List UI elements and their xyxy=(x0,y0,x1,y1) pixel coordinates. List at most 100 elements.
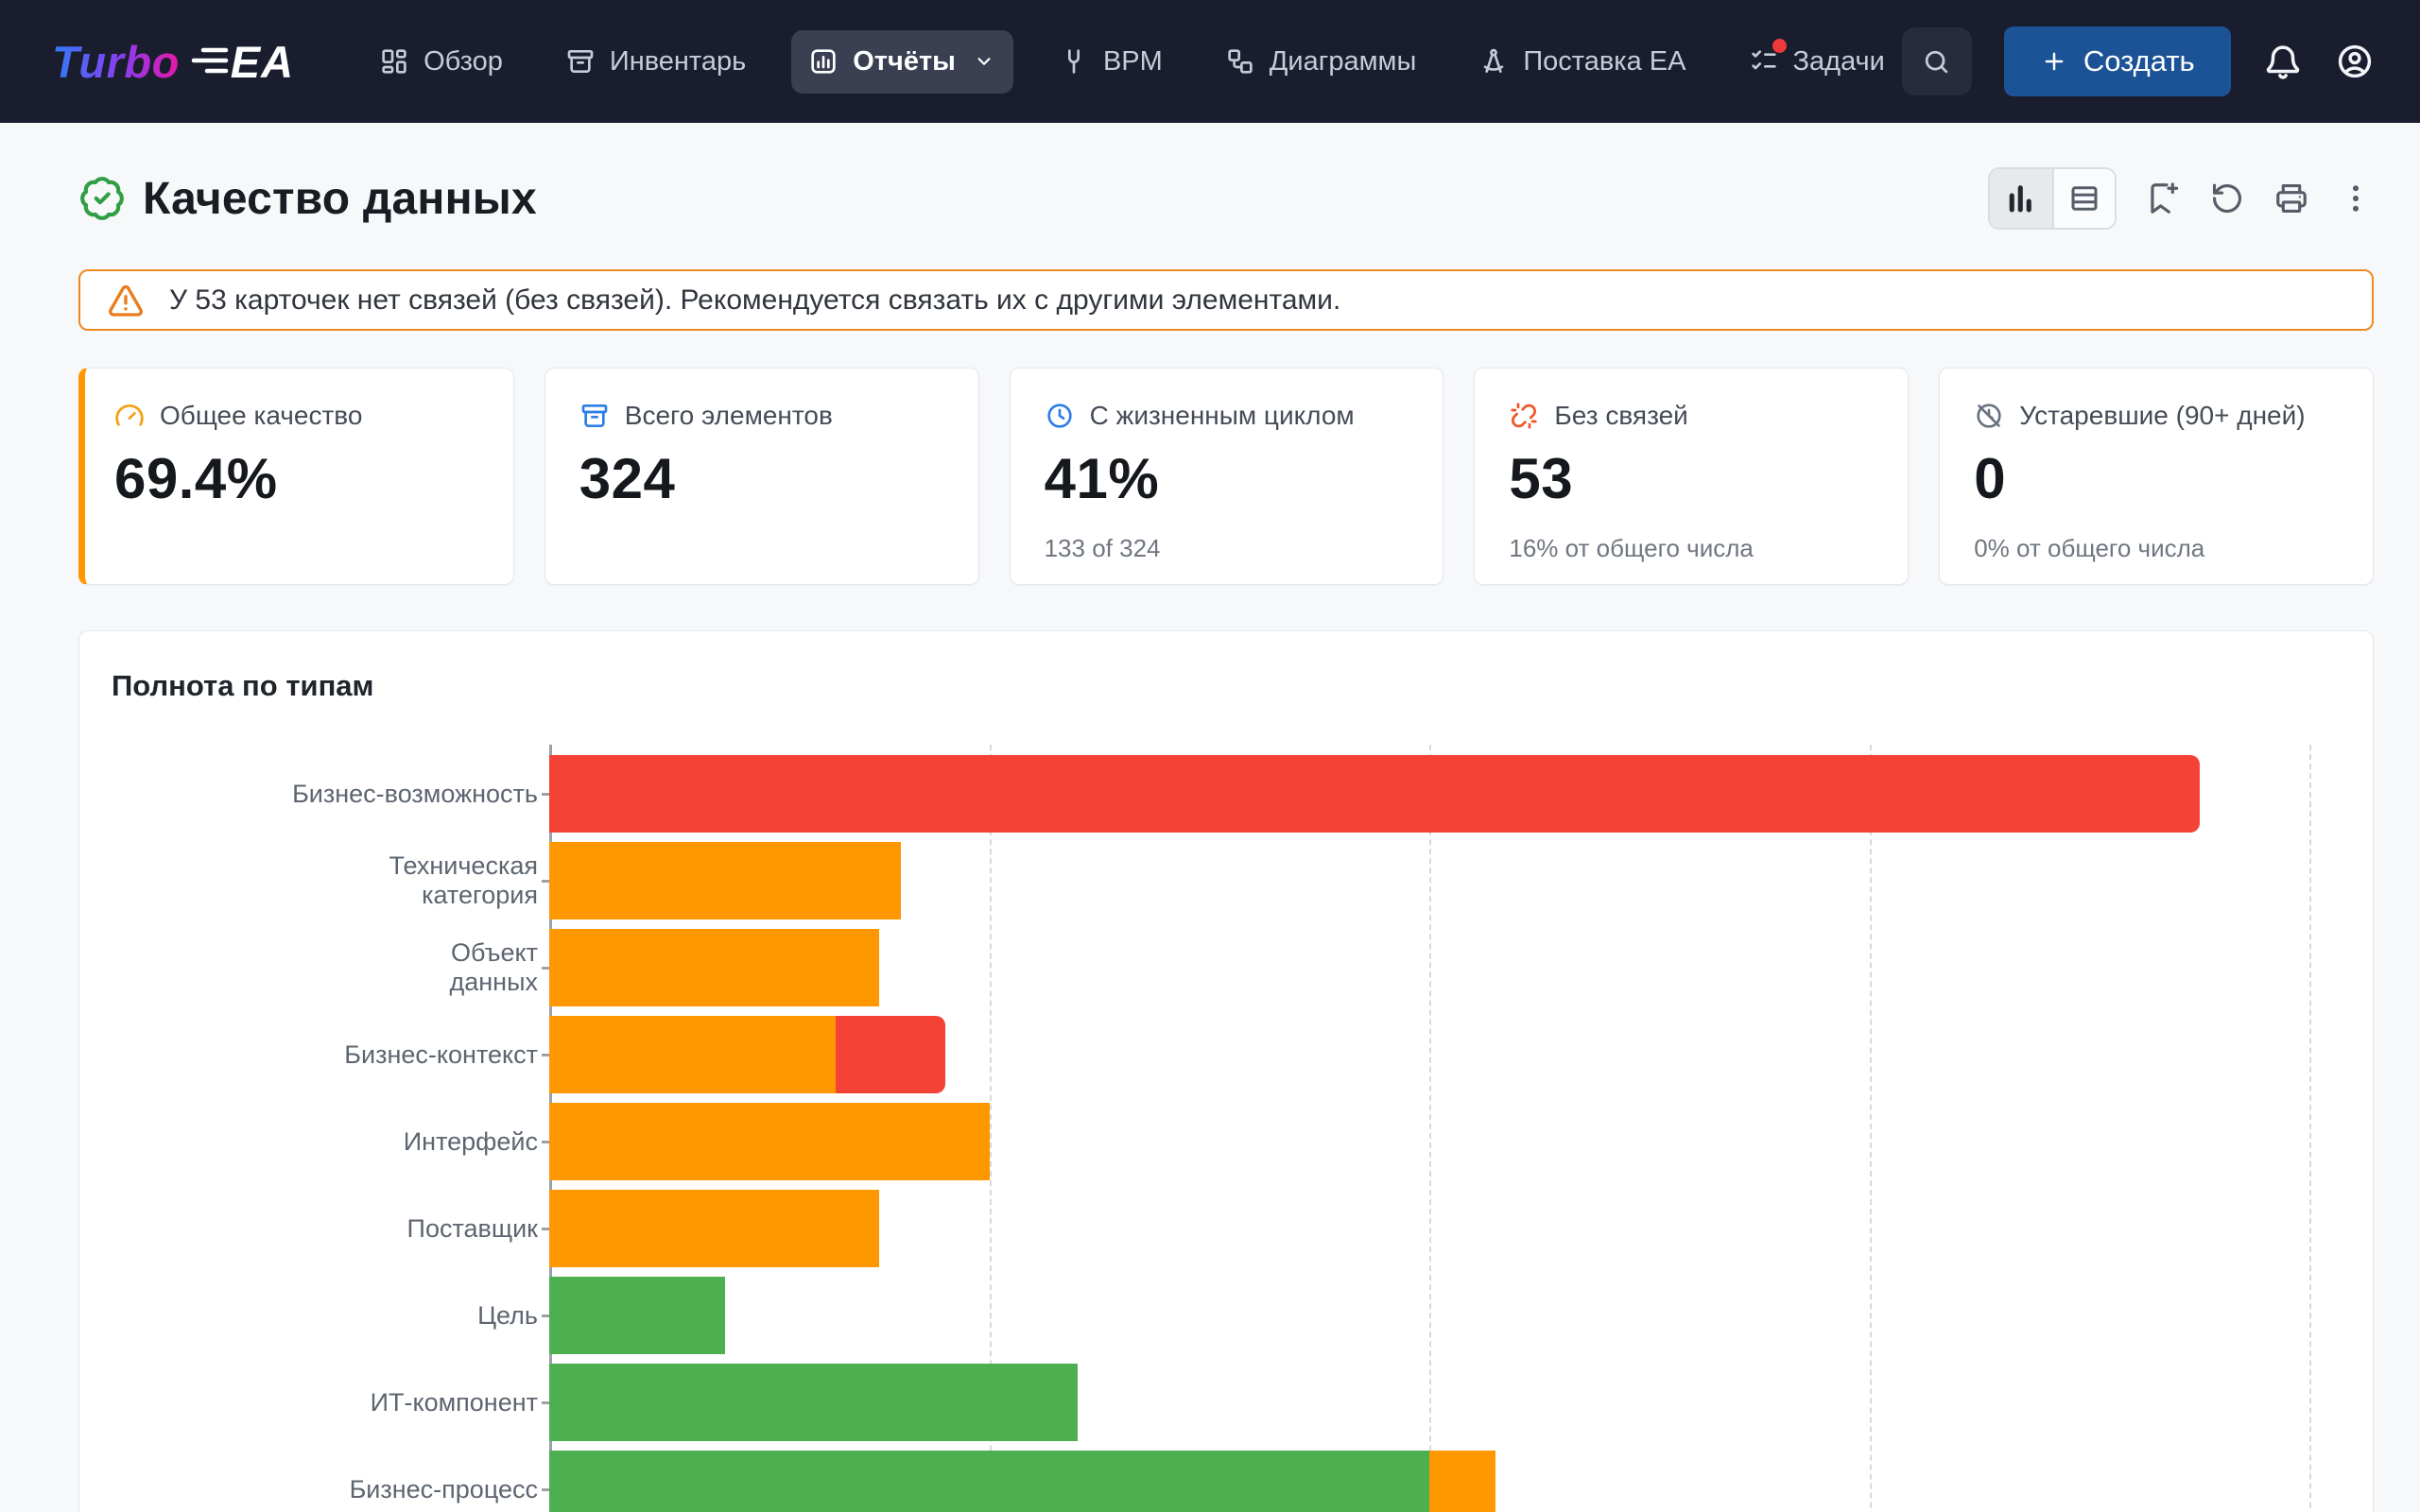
card-label: Устаревшие (90+ дней) xyxy=(2019,401,2306,430)
logo-speed-lines-icon xyxy=(191,47,229,74)
search-icon xyxy=(1926,50,1948,73)
warning-text: У 53 карточек нет связей (без связей). Р… xyxy=(169,284,1341,316)
nav-item-label: Задачи xyxy=(1792,45,1885,77)
main-menu: Обзор Инвентарь Отчёты BPM Диаграммы Поставка… xyxy=(362,29,1902,94)
more-icon xyxy=(2352,185,2360,212)
nav-actions: Создать xyxy=(1901,26,2375,96)
card-label: Всего элементов xyxy=(624,401,833,430)
card-label: Без связей xyxy=(1554,401,1688,430)
quality-badge-check-icon xyxy=(78,175,126,222)
chart-category-label: Бизнес-возможность xyxy=(292,779,538,808)
bar-segment-high[interactable] xyxy=(549,1451,1429,1512)
card-label: Общее качество xyxy=(160,401,363,430)
nav-item-label: Поставка EA xyxy=(1523,45,1686,77)
top-navigation: Turbo EA Обзор Инвентарь Отчёты BPM Диаграмм… xyxy=(0,0,2420,123)
table-view-button[interactable] xyxy=(2052,169,2115,228)
nav-item-dashboard[interactable]: Обзор xyxy=(362,30,520,94)
create-button-label: Создать xyxy=(2083,44,2195,77)
plus-icon xyxy=(2045,52,2064,71)
plus-icon xyxy=(2040,47,2068,76)
chart-row: Бизнес-процесс xyxy=(79,1446,2325,1512)
chart-category-label: Бизнес-контекст xyxy=(344,1040,538,1069)
warning-banner: У 53 карточек нет связей (без связей). Р… xyxy=(78,269,2374,331)
print-button[interactable] xyxy=(2273,180,2309,216)
bar-segment-high[interactable] xyxy=(549,1364,1078,1441)
card-subtext: 16% от общего числа xyxy=(1509,534,1754,562)
chart-category-label: Цель xyxy=(477,1300,538,1330)
chart-category-label: ИТ-компонент xyxy=(370,1387,538,1417)
diagrams-icon xyxy=(1228,49,1253,74)
card-subtext: 133 of 324 xyxy=(1044,534,1161,562)
bar-segment-medium[interactable] xyxy=(549,1190,880,1267)
more-menu-button[interactable] xyxy=(2338,180,2374,216)
card-value: 69.4% xyxy=(114,447,278,510)
page-header: Качество данных xyxy=(78,159,2374,238)
notifications-button[interactable] xyxy=(2263,42,2303,81)
badge-check-icon xyxy=(80,177,124,220)
report-toolbar xyxy=(1988,167,2374,230)
axis-tick xyxy=(542,1140,549,1143)
create-button[interactable]: Создать xyxy=(2003,26,2231,96)
chart-row: Интерфейс xyxy=(79,1098,2325,1185)
axis-tick xyxy=(542,1400,549,1404)
bookmark-add-button[interactable] xyxy=(2145,180,2181,216)
nav-item-label: Обзор xyxy=(424,45,503,77)
bar-segment-low[interactable] xyxy=(835,1016,945,1093)
chevron-icon xyxy=(977,58,991,65)
nav-item-report[interactable]: Отчёты xyxy=(791,29,1013,94)
nav-item-label: Отчёты xyxy=(853,45,956,77)
nav-item-compass[interactable]: Поставка EA xyxy=(1461,30,1703,94)
chart-category-label: Бизнес-процесс xyxy=(349,1474,538,1503)
refresh-icon xyxy=(2212,183,2242,214)
chart-title: Полнота по типам xyxy=(112,669,374,702)
bar-segment-medium[interactable] xyxy=(1429,1451,1495,1512)
chart-row: Бизнес-возможность xyxy=(79,750,2325,837)
bar-segment-medium[interactable] xyxy=(549,929,880,1006)
chart-row: ИТ-компонент xyxy=(79,1359,2325,1446)
chart-card: Полнота по типам Бизнес-возможность Техни… xyxy=(78,630,2374,1512)
report-icon xyxy=(811,49,836,74)
nav-item-label: Инвентарь xyxy=(609,45,747,77)
card-subtext: 0% от общего числа xyxy=(1974,534,2205,562)
card-value: 324 xyxy=(579,447,676,510)
stat-card-gauge: Общее качество 69.4% xyxy=(78,368,514,585)
card-value: 0 xyxy=(1974,447,2007,510)
nav-item-bpm[interactable]: BPM xyxy=(1042,30,1180,94)
bar-segment-high[interactable] xyxy=(549,1277,726,1354)
stat-card-clock-off: Устаревшие (90+ дней) 0 0% от общего числа xyxy=(1939,368,2374,585)
nav-item-tasks[interactable]: Задачи xyxy=(1732,30,1902,94)
bar-segment-low[interactable] xyxy=(549,755,2200,833)
profile-button[interactable] xyxy=(2335,42,2375,81)
bar-segment-medium[interactable] xyxy=(549,1103,990,1180)
unlink-icon xyxy=(1511,403,1537,429)
user-icon xyxy=(2338,44,2371,78)
bell-icon xyxy=(2266,45,2299,79)
axis-tick xyxy=(542,1314,549,1317)
archive-icon xyxy=(567,50,594,73)
nav-item-label: Диаграммы xyxy=(1269,45,1417,77)
app-logo[interactable]: Turbo EA xyxy=(52,36,294,88)
table-view-icon xyxy=(2071,186,2098,211)
stat-card-archive: Всего элементов 324 xyxy=(544,368,979,585)
page-title: Качество данных xyxy=(143,173,537,224)
logo-ea-text: EA xyxy=(230,36,295,87)
card-label: С жизненным циклом xyxy=(1089,401,1355,430)
chart-row: Бизнес-контекст xyxy=(79,1011,2325,1098)
chart-category-label: Интерфейс xyxy=(403,1126,538,1156)
chart-category-label: Объект данных xyxy=(449,938,539,996)
nav-item-label: BPM xyxy=(1102,45,1163,77)
bar-segment-medium[interactable] xyxy=(549,842,902,919)
search-button[interactable] xyxy=(1901,27,1972,95)
logo-turbo-text: Turbo xyxy=(52,36,180,87)
chart-category-label: Техническая категория xyxy=(389,851,538,909)
nav-item-archive[interactable]: Инвентарь xyxy=(548,30,763,94)
chart-row: Поставщик xyxy=(79,1185,2325,1272)
axis-tick xyxy=(542,792,549,796)
axis-tick xyxy=(542,1227,549,1230)
nav-item-diagrams[interactable]: Диаграммы xyxy=(1208,30,1434,94)
chart-plot-area: Бизнес-возможность Техническая категория О… xyxy=(79,745,2325,1512)
card-value: 41% xyxy=(1044,447,1160,510)
refresh-button[interactable] xyxy=(2209,180,2245,216)
bar-segment-medium[interactable] xyxy=(549,1016,836,1093)
chart-view-button[interactable] xyxy=(1990,169,2052,228)
